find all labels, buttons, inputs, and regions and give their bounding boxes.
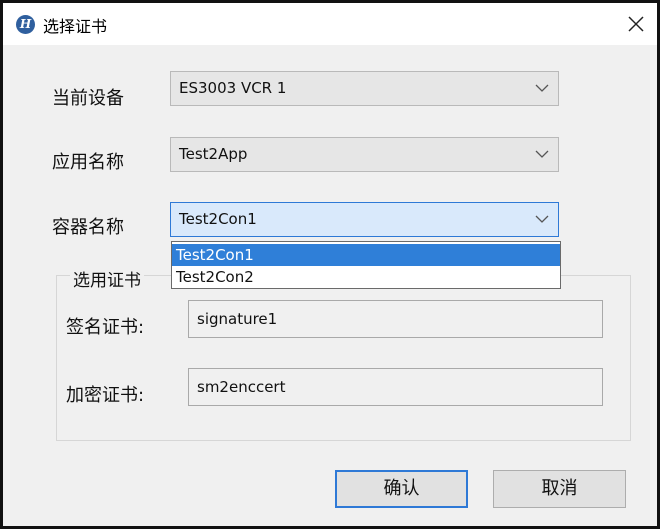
app-name-select[interactable]: Test2App — [170, 137, 559, 172]
dialog-title: 选择证书 — [43, 17, 108, 36]
app-logo-icon: H — [16, 15, 35, 34]
container-value: Test2Con1 — [179, 210, 257, 228]
encryption-cert-field[interactable]: sm2enccert — [188, 368, 603, 406]
title-bar: H 选择证书 — [3, 3, 657, 45]
signing-cert-value: signature1 — [197, 310, 278, 328]
container-label: 容器名称 — [52, 217, 124, 238]
close-icon[interactable] — [623, 11, 649, 37]
chevron-down-icon — [535, 84, 549, 92]
app-name-label: 应用名称 — [52, 152, 124, 173]
chevron-down-icon — [535, 150, 549, 158]
app-name-value: Test2App — [179, 145, 248, 163]
encryption-cert-value: sm2enccert — [197, 378, 286, 396]
container-dropdown-list: Test2Con1 Test2Con2 — [171, 241, 561, 289]
cert-group-title: 选用证书 — [70, 266, 144, 291]
dropdown-option-test2con1[interactable]: Test2Con1 — [172, 244, 560, 266]
device-value: ES3003 VCR 1 — [179, 79, 287, 97]
dropdown-option-test2con2[interactable]: Test2Con2 — [172, 266, 560, 288]
signing-cert-field[interactable]: signature1 — [188, 300, 603, 338]
signing-cert-label: 签名证书: — [66, 317, 145, 338]
confirm-button[interactable]: 确认 — [335, 470, 468, 508]
device-select[interactable]: ES3003 VCR 1 — [170, 71, 559, 106]
chevron-down-icon — [535, 215, 549, 223]
encryption-cert-label: 加密证书: — [66, 385, 145, 406]
cancel-button[interactable]: 取消 — [493, 470, 626, 508]
dialog-window: H 选择证书 当前设备 ES3003 VCR 1 应用名称 Test2App 选… — [0, 0, 660, 529]
container-select[interactable]: Test2Con1 — [170, 202, 559, 237]
device-label: 当前设备 — [52, 88, 124, 109]
